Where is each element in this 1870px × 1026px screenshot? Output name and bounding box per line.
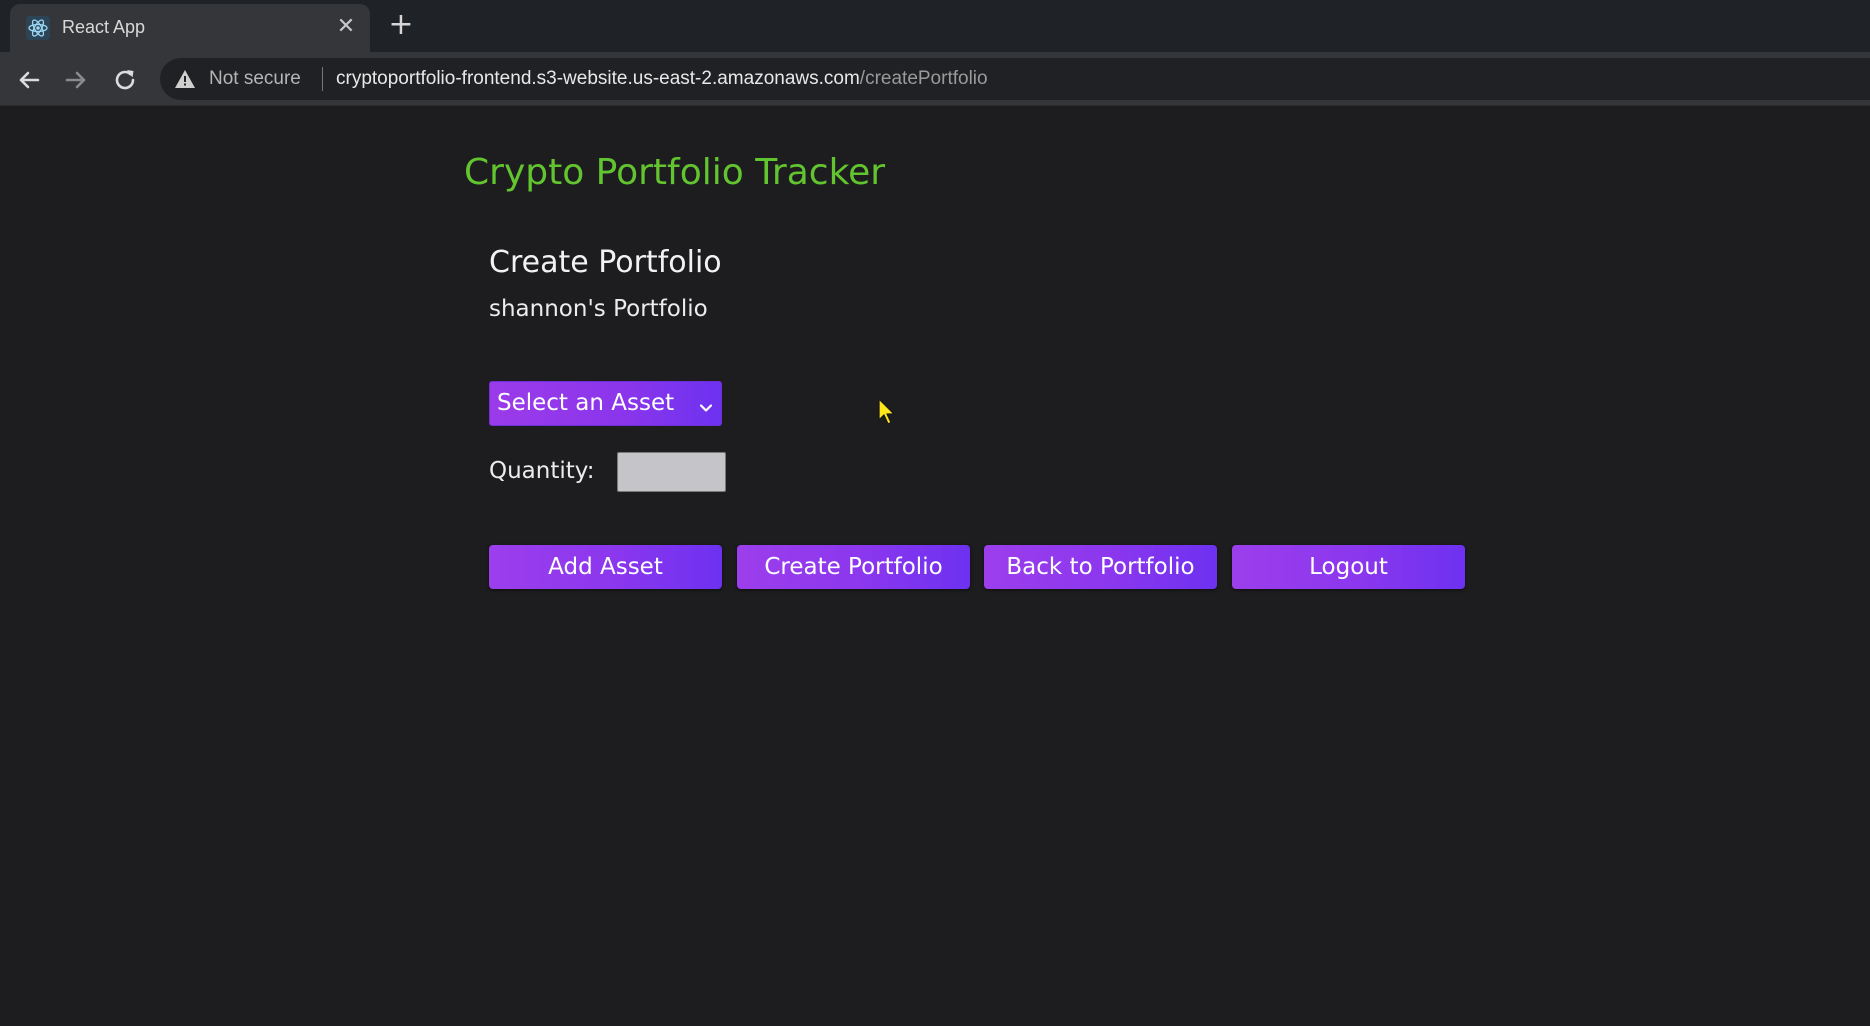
asset-select[interactable]: Select an Asset: [489, 381, 722, 426]
close-icon[interactable]: ✕: [332, 13, 360, 41]
browser-tab[interactable]: React App ✕: [10, 4, 370, 52]
app-title: Crypto Portfolio Tracker: [464, 152, 886, 193]
browser-tabstrip: React App ✕ +: [0, 0, 1870, 52]
security-status[interactable]: Not secure: [209, 68, 301, 90]
create-portfolio-button[interactable]: Create Portfolio: [737, 545, 970, 589]
forward-arrow-icon[interactable]: [61, 65, 91, 95]
warning-icon[interactable]: [174, 68, 196, 90]
page-title: Create Portfolio: [489, 245, 722, 280]
chevron-down-icon: [698, 396, 714, 412]
url-text[interactable]: cryptoportfolio-frontend.s3-website.us-e…: [336, 68, 988, 90]
browser-toolbar: Not secure cryptoportfolio-frontend.s3-w…: [0, 52, 1870, 106]
tab-title: React App: [62, 17, 146, 37]
add-asset-button[interactable]: Add Asset: [489, 545, 722, 589]
reload-icon[interactable]: [110, 65, 140, 95]
url-path: /createPortfolio: [859, 68, 988, 89]
divider: [322, 67, 323, 91]
quantity-input[interactable]: [617, 452, 726, 492]
react-icon: [26, 16, 50, 40]
address-bar[interactable]: Not secure cryptoportfolio-frontend.s3-w…: [160, 58, 1870, 100]
quantity-label: Quantity:: [489, 458, 595, 484]
back-arrow-icon[interactable]: [14, 65, 44, 95]
new-tab-icon[interactable]: +: [386, 10, 416, 40]
asset-select-value: Select an Asset: [497, 390, 675, 416]
url-host: cryptoportfolio-frontend.s3-website.us-e…: [336, 68, 860, 89]
portfolio-name: shannon's Portfolio: [489, 296, 708, 322]
mouse-cursor-icon: [878, 398, 898, 428]
logout-button[interactable]: Logout: [1232, 545, 1465, 589]
back-to-portfolio-button[interactable]: Back to Portfolio: [984, 545, 1217, 589]
